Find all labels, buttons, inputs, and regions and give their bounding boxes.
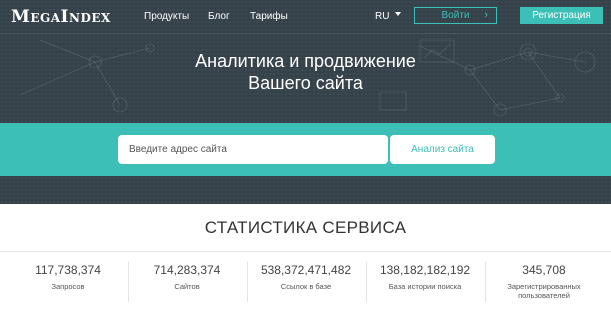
- chevron-down-icon[interactable]: [395, 12, 401, 16]
- stat-label: Ссылок в базе: [280, 282, 332, 291]
- language-selector[interactable]: RU: [375, 11, 389, 22]
- nav-pricing[interactable]: Тарифы: [250, 11, 288, 22]
- login-button[interactable]: Войти ›: [414, 7, 497, 24]
- chevron-right-icon: ›: [484, 9, 488, 21]
- stat-value: 538,372,471,482: [260, 263, 352, 277]
- stat-value: 345,708: [522, 263, 566, 277]
- divider: [0, 251, 611, 252]
- page: MegaIndex Продукты Блог Тарифы RU Войти …: [0, 0, 611, 310]
- site-url-input[interactable]: [118, 135, 388, 164]
- logo[interactable]: MegaIndex: [11, 7, 111, 27]
- stats-title: СТАТИСТИКА СЕРВИСА: [204, 218, 407, 237]
- login-label: Войти: [441, 10, 470, 21]
- nav-products[interactable]: Продукты: [144, 11, 189, 22]
- analyze-site-button[interactable]: Анализ сайта: [390, 135, 495, 164]
- hero-bottom-strip: [0, 176, 611, 204]
- register-button[interactable]: Регистрация: [520, 7, 603, 24]
- stat-search-history: 138,182,182,192 База истории поиска: [366, 263, 484, 291]
- stat-value: 714,283,374: [153, 263, 221, 277]
- hero-title-line2: Вашего сайта: [248, 73, 363, 93]
- top-navbar: MegaIndex Продукты Блог Тарифы RU Войти …: [0, 0, 611, 34]
- stat-label: Зарегистрированных пользователей: [507, 282, 581, 300]
- stat-value: 138,182,182,192: [379, 263, 471, 277]
- stat-value: 117,738,374: [35, 263, 101, 277]
- stat-label: Запросов: [51, 282, 85, 291]
- stat-queries: 117,738,374 Запросов: [9, 263, 127, 291]
- stat-links: 538,372,471,482 Ссылок в базе: [247, 263, 365, 291]
- stat-sites: 714,283,374 Сайтов: [128, 263, 246, 291]
- hero-title-line1: Аналитика и продвижение: [195, 51, 416, 71]
- search-band: Анализ сайта: [0, 123, 611, 176]
- hero-title: Аналитика и продвижение Вашего сайта: [0, 50, 611, 94]
- stat-label: База истории поиска: [388, 282, 462, 291]
- hero-section: MegaIndex Продукты Блог Тарифы RU Войти …: [0, 0, 611, 123]
- nav-blog[interactable]: Блог: [208, 11, 230, 22]
- stat-label: Сайтов: [174, 282, 200, 291]
- stat-registered-users: 345,708 Зарегистрированных пользователей: [485, 263, 603, 300]
